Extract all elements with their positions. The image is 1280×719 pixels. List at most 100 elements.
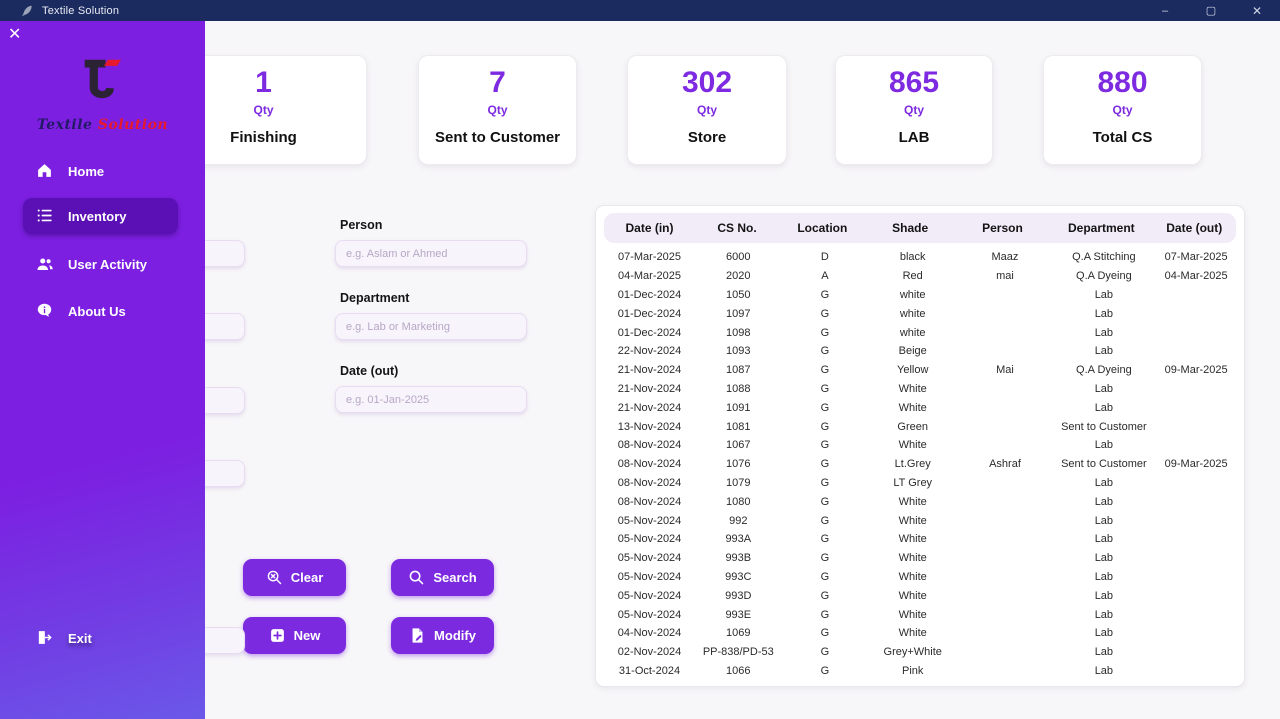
- table-row[interactable]: 31-Oct-20241066GPinkLab: [604, 662, 1236, 680]
- table-row[interactable]: 01-Dec-20241098GwhiteLab: [604, 323, 1236, 342]
- table-cell: Green: [868, 421, 957, 433]
- table-row[interactable]: 04-Nov-20241069GWhiteLab: [604, 624, 1236, 643]
- table-cell: White: [868, 496, 957, 508]
- table-cell: Lab: [1053, 308, 1155, 320]
- table-cell: White: [868, 571, 957, 583]
- minimize-button[interactable]: –: [1142, 0, 1188, 21]
- column-header-cs-no-: CS No.: [695, 221, 779, 235]
- table-cell: Lab: [1053, 289, 1155, 301]
- clear-button[interactable]: Clear: [243, 559, 346, 596]
- table-cell: 21-Nov-2024: [604, 402, 695, 414]
- table-cell: PP-838/PD-53: [695, 646, 782, 658]
- table-row[interactable]: 05-Nov-2024993CGWhiteLab: [604, 568, 1236, 587]
- table-cell: G: [782, 609, 869, 621]
- form-field-department: Department: [335, 283, 527, 340]
- table-cell: 01-Dec-2024: [604, 327, 695, 339]
- list-icon: [36, 207, 54, 225]
- table-cell: 07-Mar-2025: [604, 251, 695, 263]
- table-cell: Ashraf: [957, 458, 1052, 470]
- table-row[interactable]: 21-Nov-20241091GWhiteLab: [604, 398, 1236, 417]
- sidebar-item-inventory[interactable]: Inventory: [23, 198, 178, 234]
- table-cell: 1081: [695, 421, 782, 433]
- sidebar-item-user-activity[interactable]: User Activity: [23, 246, 178, 282]
- table-row[interactable]: 08-Nov-20241076GLt.GreyAshrafSent to Cus…: [604, 455, 1236, 474]
- table-cell: Lab: [1053, 571, 1155, 583]
- table-cell: G: [782, 515, 869, 527]
- sidebar-item-home[interactable]: Home: [23, 153, 178, 189]
- table-row[interactable]: 21-Nov-20241088GWhiteLab: [604, 380, 1236, 399]
- stat-unit: Qty: [836, 103, 992, 117]
- sidebar-item-exit[interactable]: Exit: [23, 620, 163, 656]
- table-cell: Lab: [1053, 552, 1155, 564]
- stat-card-total-cs: 880 Qty Total CS: [1043, 55, 1202, 165]
- table-cell: 1098: [695, 327, 782, 339]
- table-cell: 07-Mar-2025: [1155, 251, 1236, 263]
- table-cell: G: [782, 364, 869, 376]
- table-row[interactable]: 05-Nov-2024993DGWhiteLab: [604, 586, 1236, 605]
- stat-card-store: 302 Qty Store: [627, 55, 787, 165]
- clear-icon: [266, 569, 283, 586]
- table-cell: White: [868, 533, 957, 545]
- table-cell: Lab: [1053, 515, 1155, 527]
- table-cell: White: [868, 627, 957, 639]
- stat-value: 302: [628, 66, 786, 100]
- table-cell: 05-Nov-2024: [604, 533, 695, 545]
- close-button[interactable]: ✕: [1234, 0, 1280, 21]
- table-row[interactable]: 05-Nov-2024993AGWhiteLab: [604, 530, 1236, 549]
- table-cell: 21-Nov-2024: [604, 383, 695, 395]
- table-row[interactable]: 02-Nov-2024PP-838/PD-53GGrey+WhiteLab: [604, 643, 1236, 662]
- date-out--input[interactable]: [335, 386, 527, 413]
- maximize-button[interactable]: ▢: [1188, 0, 1234, 21]
- table-cell: G: [782, 458, 869, 470]
- modify-icon: [409, 627, 426, 644]
- table-cell: Q.A Stitching: [1053, 251, 1155, 263]
- sidebar-item-about-us[interactable]: About Us: [23, 293, 178, 329]
- table-row[interactable]: 21-Nov-20241087GYellowMaiQ.A Dyeing09-Ma…: [604, 361, 1236, 380]
- stat-card-sent-to-customer: 7 Qty Sent to Customer: [418, 55, 577, 165]
- table-row[interactable]: 05-Nov-2024993BGWhiteLab: [604, 549, 1236, 568]
- table-cell: 05-Nov-2024: [604, 515, 695, 527]
- table-row[interactable]: 05-Nov-2024993EGWhiteLab: [604, 605, 1236, 624]
- modify-button[interactable]: Modify: [391, 617, 494, 654]
- table-cell: 22-Nov-2024: [604, 345, 695, 357]
- table-row[interactable]: 22-Nov-20241093GBeigeLab: [604, 342, 1236, 361]
- table-cell: 04-Nov-2024: [604, 627, 695, 639]
- table-row[interactable]: 04-Mar-20252020ARedmaiQ.A Dyeing04-Mar-2…: [604, 267, 1236, 286]
- table-cell: G: [782, 308, 869, 320]
- table-cell: 13-Nov-2024: [604, 421, 695, 433]
- form-field-date-out-: Date (out): [335, 356, 527, 413]
- table-cell: Yellow: [868, 364, 957, 376]
- table-cell: Q.A Dyeing: [1053, 270, 1155, 282]
- department-input[interactable]: [335, 313, 527, 340]
- stat-card-lab: 865 Qty LAB: [835, 55, 993, 165]
- person-input[interactable]: [335, 240, 527, 267]
- table-row[interactable]: 01-Dec-20241097GwhiteLab: [604, 304, 1236, 323]
- search-button[interactable]: Search: [391, 559, 494, 596]
- table-row[interactable]: 08-Nov-20241067GWhiteLab: [604, 436, 1236, 455]
- table-row[interactable]: 08-Nov-20241080GWhiteLab: [604, 492, 1236, 511]
- sidebar-menu: Home Inventory User Activity About Us: [0, 21, 205, 719]
- stat-value: 865: [836, 66, 992, 100]
- table-cell: G: [782, 571, 869, 583]
- table-row[interactable]: 01-Dec-20241050GwhiteLab: [604, 286, 1236, 305]
- table-cell: Mai: [957, 364, 1052, 376]
- stat-label: LAB: [836, 129, 992, 146]
- table-row[interactable]: 08-Nov-20241079GLT GreyLab: [604, 474, 1236, 493]
- home-icon: [36, 162, 54, 180]
- stat-label: Sent to Customer: [419, 129, 576, 146]
- table-cell: Q.A Dyeing: [1053, 364, 1155, 376]
- table-cell: Sent to Customer: [1053, 421, 1155, 433]
- table-row[interactable]: 05-Nov-2024992GWhiteLab: [604, 511, 1236, 530]
- table-cell: 6000: [695, 251, 782, 263]
- table-row[interactable]: 13-Nov-20241081GGreenSent to Customer: [604, 417, 1236, 436]
- table-cell: 1066: [695, 665, 782, 677]
- table-cell: G: [782, 533, 869, 545]
- table-cell: Lab: [1053, 402, 1155, 414]
- table-cell: 08-Nov-2024: [604, 477, 695, 489]
- table-cell: Lab: [1053, 590, 1155, 602]
- table-row[interactable]: 07-Mar-20256000DblackMaazQ.A Stitching07…: [604, 248, 1236, 267]
- table-cell: Lab: [1053, 345, 1155, 357]
- table-cell: Lab: [1053, 533, 1155, 545]
- table-cell: 01-Dec-2024: [604, 308, 695, 320]
- new-button[interactable]: New: [243, 617, 346, 654]
